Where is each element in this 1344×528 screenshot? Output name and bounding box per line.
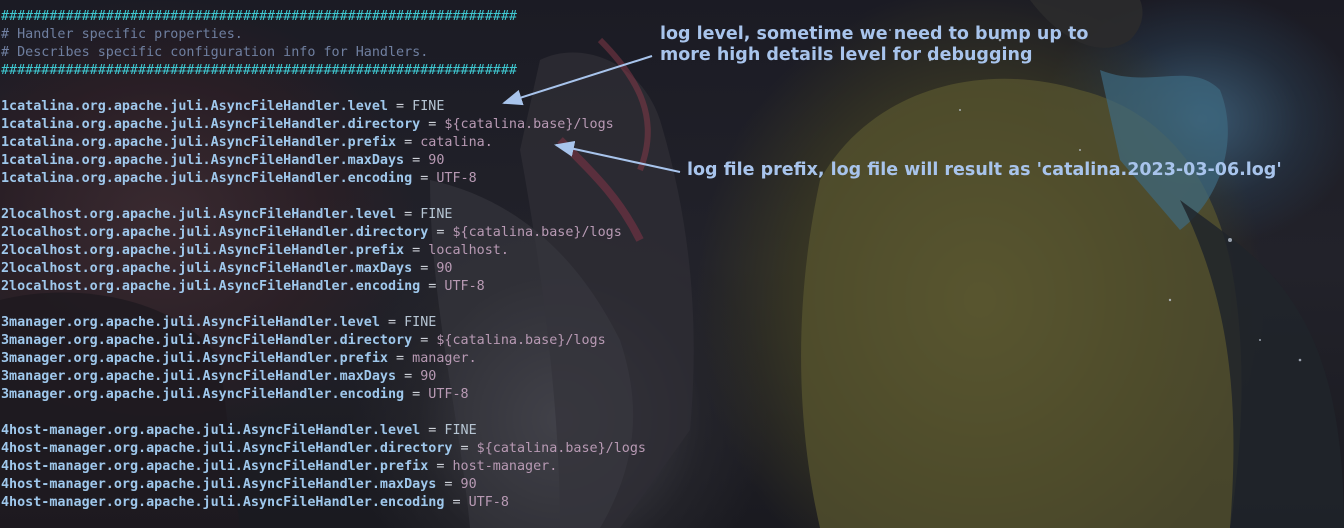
annotation-arrows [502, 55, 681, 173]
annotation-level-note: log level, sometime we need to bump up t… [660, 24, 1089, 65]
prefix-arrow [554, 141, 681, 173]
level-arrow [502, 55, 653, 106]
annotation-prefix-note: log file prefix, log file will result as… [687, 160, 1282, 180]
